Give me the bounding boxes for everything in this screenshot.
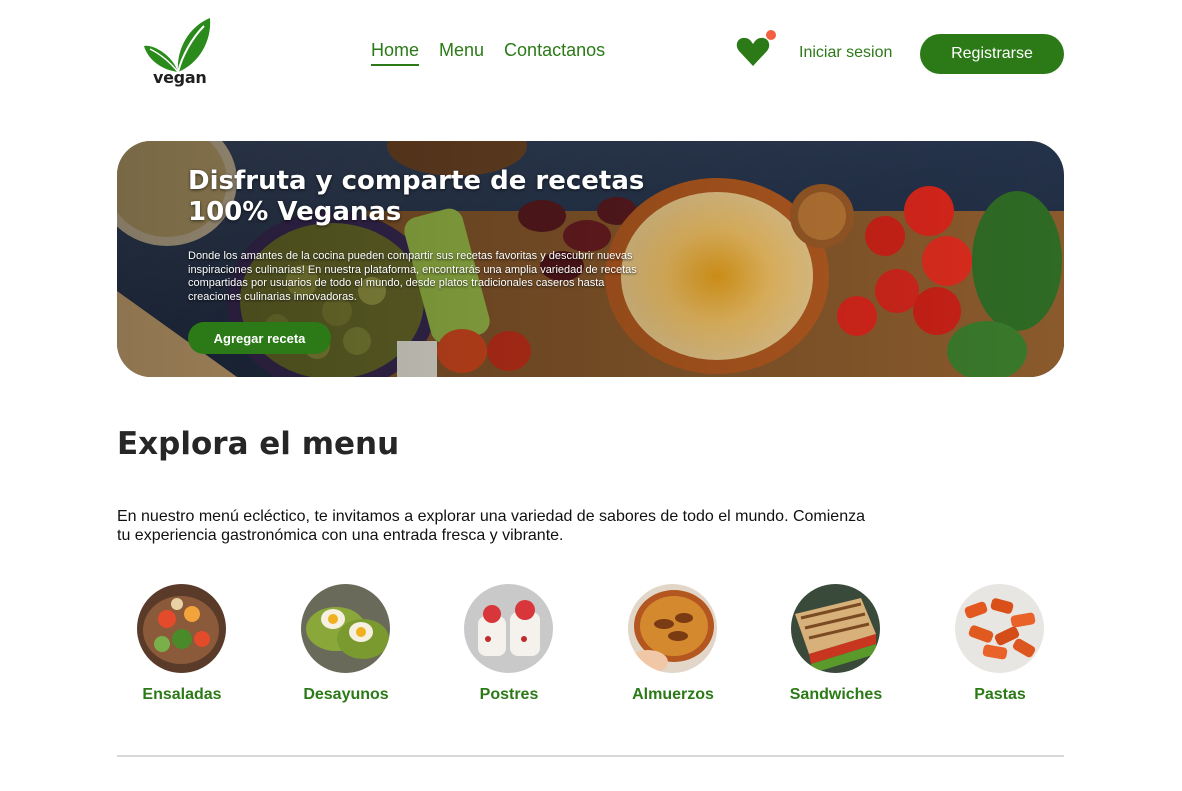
ensaladas-image[interactable] xyxy=(137,584,226,673)
logo-text: vegan xyxy=(153,68,207,87)
category-label[interactable]: Almuerzos xyxy=(591,686,755,704)
category-label[interactable]: Ensaladas xyxy=(100,686,264,704)
category-label[interactable]: Sandwiches xyxy=(754,686,918,704)
vegan-logo[interactable]: vegan xyxy=(142,16,214,88)
heart-icon xyxy=(736,37,770,66)
section-description: En nuestro menú ecléctico, te invitamos … xyxy=(117,508,865,544)
nav-home[interactable]: Home xyxy=(371,40,420,66)
hero-description: Donde los amantes de la cocina pueden co… xyxy=(188,250,637,303)
category-label[interactable]: Postres xyxy=(427,686,591,704)
desayunos-image[interactable] xyxy=(301,584,390,673)
pastas-image[interactable] xyxy=(955,584,1044,673)
notification-dot xyxy=(766,30,776,40)
category-label[interactable]: Pastas xyxy=(918,686,1082,704)
favorites-button[interactable] xyxy=(736,30,776,68)
category-label[interactable]: Desayunos xyxy=(264,686,428,704)
postres-image[interactable] xyxy=(464,584,553,673)
nav-contactanos[interactable]: Contactanos xyxy=(504,40,605,66)
leaf-icon xyxy=(144,18,211,73)
nav-menu[interactable]: Menu xyxy=(439,40,484,66)
sandwiches-image[interactable] xyxy=(791,584,880,673)
almuerzos-image[interactable] xyxy=(628,584,717,673)
hero-banner: Disfruta y comparte de recetas 100% Vega… xyxy=(117,141,1064,377)
section-title: Explora el menu xyxy=(117,426,400,462)
register-button[interactable]: Registrarse xyxy=(920,34,1064,74)
section-divider xyxy=(117,755,1064,757)
add-recipe-button[interactable]: Agregar receta xyxy=(188,322,331,354)
hero-title: Disfruta y comparte de recetas 100% Vega… xyxy=(188,166,645,227)
main-nav: Home Menu Contactanos xyxy=(371,40,605,66)
login-link[interactable]: Iniciar sesion xyxy=(799,44,892,62)
